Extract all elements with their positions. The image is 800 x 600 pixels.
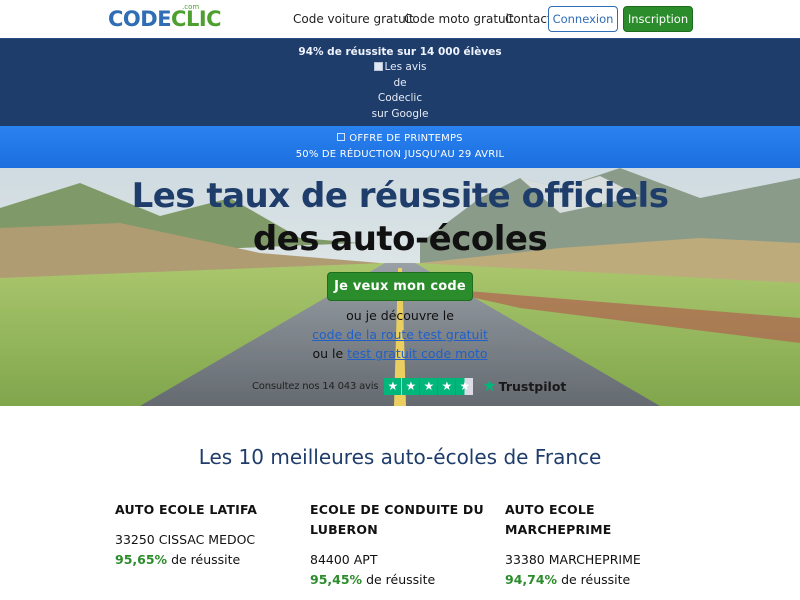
school-city: 84400 APT [310, 552, 378, 567]
school-rate-value: 95,45% [310, 572, 363, 587]
logo-part-de: DE [140, 7, 172, 31]
school-rate-suffix: de réussite [561, 572, 631, 587]
trustpilot-review-count: Consultez nos 14 043 avis [252, 380, 379, 392]
success-banner: 94% de réussite sur 14 000 élèves Les av… [0, 38, 800, 126]
school-rate-suffix: de réussite [366, 572, 436, 587]
school-card[interactable]: ECOLE DE CONDUITE DU LUBERON 84400 APT 9… [310, 500, 495, 590]
trustpilot-logo: ★ Trustpilot [482, 378, 566, 394]
promo-banner[interactable]: OFFRE DE PRINTEMPS 50% DE RÉDUCTION JUSQ… [0, 126, 800, 168]
car-code-test-link[interactable]: code de la route test gratuit [312, 327, 488, 342]
logo-part-co: CO [108, 7, 141, 31]
promo-line-1: OFFRE DE PRINTEMPS [349, 133, 463, 144]
school-card[interactable]: AUTO ECOLE MARCHEPRIME 33380 MARCHEPRIME… [505, 500, 690, 590]
get-my-code-button[interactable]: Je veux mon code [327, 272, 473, 301]
top-navbar: CO DE CLIC .com Code voiture gratuit Code … [0, 0, 800, 38]
star-icon: ★ [420, 377, 438, 395]
hero-title-line-2: des auto-écoles [252, 219, 548, 259]
trustpilot-star-icon: ★ [482, 376, 497, 395]
school-name: ECOLE DE CONDUITE DU LUBERON [310, 502, 484, 537]
google-alt-line-4: sur Google [371, 107, 429, 120]
school-rate-suffix: de réussite [171, 552, 241, 567]
star-icon: ★ [402, 377, 420, 395]
or-text: ou le [312, 346, 344, 361]
codeclic-logo[interactable]: CO DE CLIC .com [108, 3, 222, 33]
star-icon: ★ [384, 377, 402, 395]
nav-link-contact[interactable]: Contact [505, 12, 552, 26]
nav-link-code-moto[interactable]: Code moto gratuit [404, 12, 514, 26]
half-star-icon: ★ [456, 377, 474, 395]
success-rate-text: 94% de réussite sur 14 000 élèves [298, 46, 502, 58]
discover-text: ou je découvre le [346, 308, 454, 323]
school-card[interactable]: AUTO ECOLE LATIFA 33250 CISSAC MEDOC 95,… [115, 500, 300, 570]
gift-icon [337, 133, 346, 141]
hero-section: Les taux de réussite officiels des auto-… [0, 168, 800, 406]
google-alt-line-2: de [393, 76, 407, 89]
logo-suffix: .com [182, 3, 200, 11]
best-schools-title: Les 10 meilleures auto-écoles de France [198, 445, 602, 469]
google-reviews-image[interactable]: Les avis de Codeclic sur Google [370, 60, 430, 122]
trustpilot-label: Trustpilot [498, 378, 567, 394]
nav-link-code-voiture[interactable]: Code voiture gratuit [293, 12, 414, 26]
promo-line-2: 50% DE RÉDUCTION JUSQU'AU 29 AVRIL [295, 149, 505, 160]
moto-code-test-link[interactable]: test gratuit code moto [347, 346, 487, 361]
broken-image-icon [373, 62, 383, 71]
login-button[interactable]: Connexion [548, 6, 618, 32]
school-name: AUTO ECOLE MARCHEPRIME [505, 502, 612, 537]
star-icon: ★ [438, 377, 456, 395]
school-rate: 95,65% de réussite [115, 550, 300, 570]
trustpilot-widget[interactable]: Consultez nos 14 043 avis ★ ★ ★ ★ ★ ★ Tr… [252, 376, 566, 396]
school-name: AUTO ECOLE LATIFA [115, 502, 258, 517]
school-city: 33250 CISSAC MEDOC [115, 532, 256, 547]
school-city: 33380 MARCHEPRIME [505, 552, 641, 567]
school-rate: 94,74% de réussite [505, 570, 690, 590]
school-rate-value: 94,74% [505, 572, 558, 587]
school-rate: 95,45% de réussite [310, 570, 495, 590]
google-alt-line-1: Les avis [384, 61, 427, 73]
signup-button[interactable]: Inscription [623, 6, 693, 32]
trustpilot-stars: ★ ★ ★ ★ ★ [384, 377, 474, 395]
google-alt-line-3: Codeclic [377, 92, 423, 104]
school-rate-value: 95,65% [115, 552, 168, 567]
hero-title-line-1: Les taux de réussite officiels [131, 176, 669, 216]
